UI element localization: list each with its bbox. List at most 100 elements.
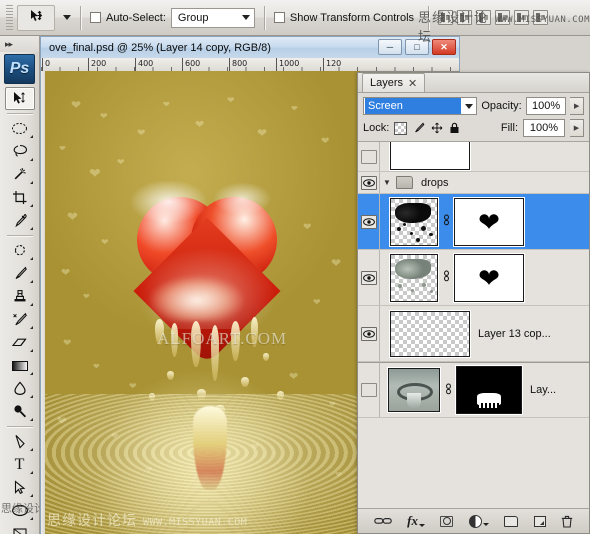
layer-visibility-cell[interactable]: [358, 306, 380, 361]
layer-row-group-drops[interactable]: ▼ drops: [358, 172, 589, 194]
new-group-button[interactable]: [504, 515, 519, 527]
align-middle-v-icon[interactable]: [514, 10, 530, 25]
horizontal-ruler[interactable]: 0 200 400 600 800 1000 120: [40, 58, 460, 71]
layer-row-selected[interactable]: ❤: [358, 194, 589, 250]
type-tool[interactable]: T: [5, 453, 35, 476]
adjustment-layer-button[interactable]: [468, 514, 489, 528]
layer-thumbnail[interactable]: [390, 142, 470, 170]
document-canvas[interactable]: ❤ ❤ ❤ ❤ ❤ ❤ ❤ ❤ ❤ ❤ ❤ ❤ ❤ ❤ ❤ ❤ ❤ ❤ ❤ ❤: [45, 71, 360, 534]
gradient-tool[interactable]: [5, 354, 35, 377]
show-transform-checkbox[interactable]: [273, 12, 285, 23]
history-brush-tool[interactable]: [5, 308, 35, 331]
fx-icon: fx: [407, 513, 418, 528]
double-chevron-right-icon[interactable]: ▸▸: [5, 39, 13, 50]
auto-select-dropdown[interactable]: Group: [170, 7, 255, 28]
eye-icon[interactable]: [360, 175, 377, 190]
layer-mask-button[interactable]: [440, 515, 454, 527]
folder-icon: [396, 176, 413, 189]
opacity-slider-chevron-icon[interactable]: ▶: [570, 97, 585, 115]
layer-row[interactable]: Lay...: [358, 362, 589, 418]
layer-row[interactable]: Layer 13 cop...: [358, 306, 589, 362]
link-layers-button[interactable]: [373, 516, 392, 526]
auto-select-label: Auto-Select:: [106, 11, 166, 24]
layer-mask-thumbnail[interactable]: ❤: [454, 197, 524, 246]
watermark-bottom: 思缘设计论坛 WWW.MISSYUAN.COM: [47, 510, 247, 530]
active-tool-preview[interactable]: [17, 4, 55, 31]
align-left-icon[interactable]: [438, 10, 454, 25]
eraser-tool[interactable]: [5, 331, 35, 354]
layers-panel-bottom-bar: fx: [358, 509, 589, 533]
path-selection-tool[interactable]: [5, 476, 35, 499]
lock-image-pixels-icon[interactable]: [412, 122, 425, 135]
dodge-tool[interactable]: [5, 400, 35, 423]
document-titlebar[interactable]: ove_final.psd @ 25% (Layer 14 copy, RGB/…: [40, 36, 460, 58]
layer-mask-link-icon[interactable]: [441, 270, 451, 285]
lock-all-icon[interactable]: [448, 122, 461, 135]
layer-thumbnail[interactable]: [390, 253, 438, 302]
new-layer-button[interactable]: [533, 515, 546, 527]
layer-list[interactable]: ▼ drops ❤ ❤ Layer 13 cop... Lay...: [358, 142, 589, 509]
eye-icon[interactable]: [360, 326, 377, 341]
eye-icon[interactable]: [360, 149, 377, 164]
tab-layers[interactable]: Layers ✕: [362, 73, 426, 92]
hand-tool[interactable]: [5, 522, 35, 534]
layer-thumbnail[interactable]: [388, 368, 440, 412]
layer-thumbnail[interactable]: [390, 197, 438, 246]
group-expand-chevron-down-icon[interactable]: ▼: [380, 178, 394, 187]
align-top-icon[interactable]: [495, 10, 511, 25]
blur-tool[interactable]: [5, 377, 35, 400]
layer-visibility-cell[interactable]: [358, 142, 380, 171]
fill-slider-chevron-icon[interactable]: ▶: [570, 119, 584, 137]
lock-position-icon[interactable]: [430, 122, 443, 135]
layer-mask-thumbnail[interactable]: [456, 366, 522, 414]
fill-input[interactable]: 100%: [523, 119, 565, 137]
blend-mode-dropdown[interactable]: Screen: [363, 97, 478, 115]
marquee-tool[interactable]: [5, 117, 35, 140]
drops-artwork-thumb: [395, 258, 431, 279]
layers-panel: Layers ✕ Screen Opacity: 100% ▶ Lock: Fi…: [357, 72, 590, 534]
layer-style-button[interactable]: fx: [407, 513, 425, 529]
align-right-icon[interactable]: [476, 10, 492, 25]
layer-row-partial[interactable]: [358, 142, 589, 172]
layer-thumbnail[interactable]: [390, 310, 470, 357]
lasso-tool[interactable]: [5, 140, 35, 163]
clone-stamp-tool[interactable]: [5, 285, 35, 308]
toolbox-header[interactable]: ▸▸: [0, 36, 39, 52]
tab-close-icon[interactable]: ✕: [408, 77, 417, 90]
eye-icon[interactable]: [360, 270, 377, 285]
tool-preset-chevron-down-icon[interactable]: [63, 15, 71, 20]
layer-visibility-cell[interactable]: [358, 250, 380, 305]
close-button[interactable]: ✕: [432, 39, 456, 55]
delete-layer-button[interactable]: [561, 515, 573, 528]
brush-tool[interactable]: [5, 262, 35, 285]
options-bar-grip[interactable]: [6, 4, 13, 31]
pen-tool[interactable]: [5, 430, 35, 453]
magic-wand-tool[interactable]: [5, 163, 35, 186]
align-bottom-icon[interactable]: [533, 10, 549, 25]
options-divider-3: [428, 5, 430, 30]
eye-icon[interactable]: [360, 214, 377, 229]
minimize-button[interactable]: ─: [378, 39, 402, 55]
crop-tool[interactable]: [5, 186, 35, 209]
options-bar: Auto-Select: Group Show Transform Contro…: [0, 0, 590, 36]
layer-visibility-cell[interactable]: [358, 194, 380, 249]
eyedropper-tool[interactable]: [5, 209, 35, 232]
window-controls: ─ □ ✕: [378, 39, 456, 55]
maximize-button[interactable]: □: [405, 39, 429, 55]
tool-divider-2: [6, 235, 33, 236]
layer-mask-link-icon[interactable]: [443, 383, 453, 398]
move-tool[interactable]: [4, 87, 35, 110]
healing-brush-tool[interactable]: [5, 239, 35, 262]
close-icon: ✕: [440, 41, 448, 52]
layer-mask-thumbnail[interactable]: ❤: [454, 253, 524, 302]
opacity-input[interactable]: 100%: [525, 97, 567, 115]
layer-mask-link-icon[interactable]: [441, 214, 451, 229]
lock-transparent-pixels-icon[interactable]: [394, 121, 408, 135]
eye-icon[interactable]: [360, 383, 377, 397]
glass-heart-artwork: [127, 181, 287, 365]
layer-row[interactable]: ❤: [358, 250, 589, 306]
layer-visibility-cell[interactable]: [358, 172, 380, 193]
auto-select-checkbox[interactable]: [90, 12, 101, 23]
align-center-h-icon[interactable]: [457, 10, 473, 25]
layer-visibility-cell[interactable]: [358, 363, 380, 417]
